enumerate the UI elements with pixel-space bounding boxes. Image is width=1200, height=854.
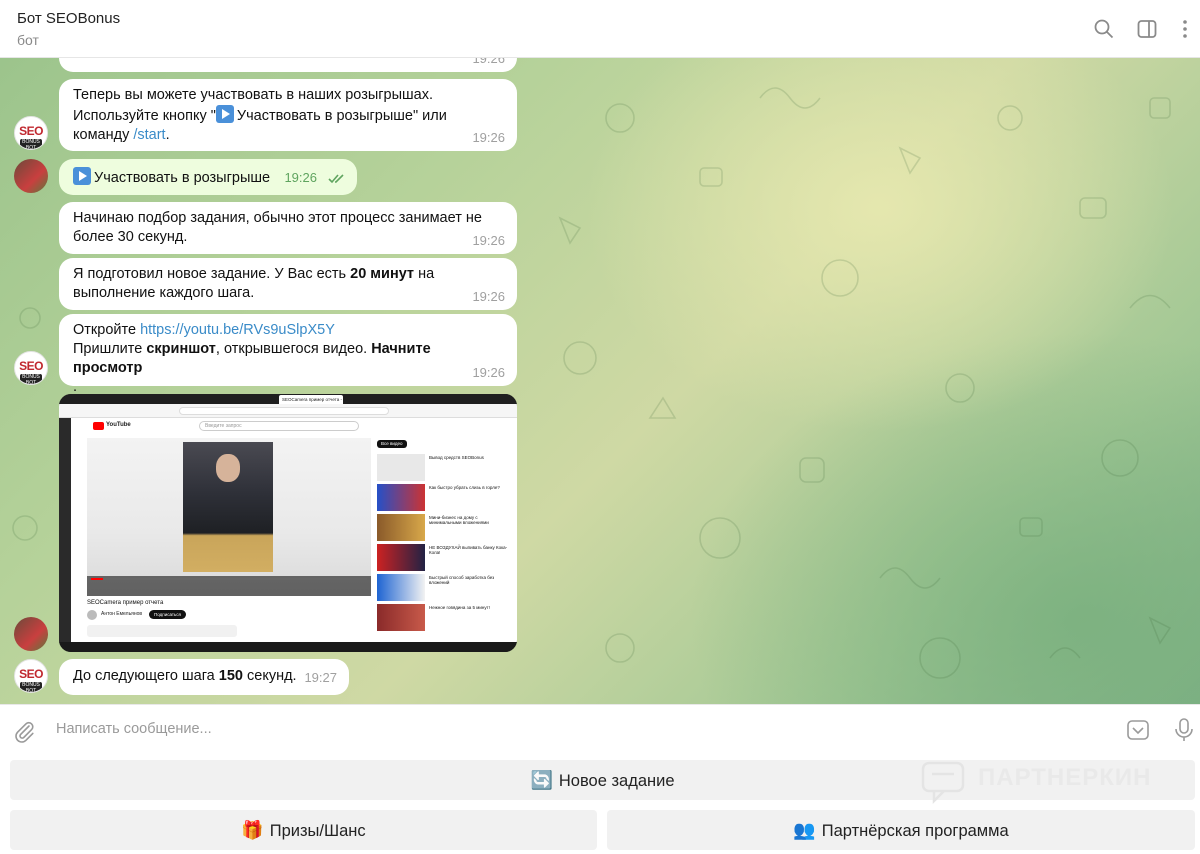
recommendation-item: Быстрый способ заработка без вложений bbox=[377, 574, 512, 601]
youtube-logo: YouTube bbox=[93, 422, 131, 430]
users-icon: 👥 bbox=[793, 820, 816, 840]
subscribe-button: Подписаться bbox=[149, 610, 186, 619]
message-time: 19:26 bbox=[472, 365, 505, 380]
video-description bbox=[87, 625, 237, 637]
message-bubble: 19:26 bbox=[59, 58, 517, 72]
message-text: Теперь вы можете участвовать в наших роз… bbox=[73, 87, 447, 143]
attach-paperclip-icon[interactable] bbox=[12, 719, 36, 743]
youtube-search: Введите запрос bbox=[199, 421, 359, 431]
youtube-page: YouTube Введите запрос SEOCamera пример … bbox=[71, 418, 517, 642]
play-button-icon bbox=[73, 167, 91, 185]
sidebar-toggle-icon[interactable] bbox=[1136, 18, 1158, 40]
message-text: Начинаю подбор задания, обычно этот проц… bbox=[73, 210, 482, 245]
play-button-icon bbox=[215, 105, 234, 123]
message-text: Я подготовил новое задание. У Вас есть 2… bbox=[73, 266, 435, 301]
message-text: Откройте https://youtu.be/RVs9uSlpX5Y Пр… bbox=[73, 322, 431, 395]
chat-subtitle: бот bbox=[17, 32, 39, 48]
recommendations-list: Вывод средств SEOBonus Как быстро убрать… bbox=[377, 454, 512, 631]
message-time: 19:26 bbox=[284, 170, 317, 185]
prizes-button[interactable]: 🎁 Призы/Шанс bbox=[10, 810, 597, 850]
message-time: 19:26 bbox=[472, 130, 505, 145]
watermark-logo-icon bbox=[921, 761, 965, 804]
message-bubble: Начинаю подбор задания, обычно этот проц… bbox=[59, 202, 517, 254]
screenshot-image[interactable]: SEOCamera пример отчета - YouTube YouTub… bbox=[59, 394, 517, 652]
chat-header: Бот SEOBonus бот bbox=[0, 0, 1200, 58]
recommendation-item: Как быстро убрать слизь в горле? bbox=[377, 484, 512, 511]
windows-taskbar bbox=[59, 642, 517, 652]
message-text: До следующего шага 150 секунд. bbox=[73, 668, 297, 684]
browser-sidebar bbox=[59, 418, 71, 642]
start-command-link[interactable]: /start bbox=[133, 127, 165, 143]
message-bubble: Я подготовил новое задание. У Вас есть 2… bbox=[59, 258, 517, 310]
chip-all-videos: Все видео bbox=[377, 440, 407, 448]
microphone-icon[interactable] bbox=[1172, 717, 1196, 743]
recommendation-item: Нежное говядина за 5 минут! bbox=[377, 604, 512, 631]
bot-avatar[interactable]: SEO BONUS BOT bbox=[14, 116, 48, 150]
video-frame bbox=[183, 442, 273, 572]
recommendation-item: Мини-бизнес на дому с минимальными вложе… bbox=[377, 514, 512, 541]
message-text: Участвовать в розыгрыше bbox=[94, 170, 271, 186]
browser-tab: SEOCamera пример отчета - YouTube bbox=[279, 395, 343, 404]
search-icon[interactable] bbox=[1093, 18, 1115, 40]
video-controls bbox=[87, 576, 371, 596]
recommendation-item: НЕ ВОЗДУХАЙ выпивать банку Кока-Кола! bbox=[377, 544, 512, 571]
read-checkmark-icon bbox=[328, 174, 344, 184]
gift-icon: 🎁 bbox=[241, 820, 264, 840]
more-menu-icon[interactable] bbox=[1174, 18, 1196, 40]
watermark-text: ПАРТНЕРКИН bbox=[978, 764, 1152, 791]
message-bubble-outgoing: Участвовать в розыгрыше 19:26 bbox=[59, 159, 357, 195]
channel-avatar bbox=[87, 610, 97, 620]
video-player bbox=[87, 438, 371, 596]
chat-history[interactable]: 19:26 Теперь вы можете участвовать в наш… bbox=[0, 58, 1200, 704]
partner-program-button[interactable]: 👥 Партнёрская программа bbox=[607, 810, 1195, 850]
bot-keyboard-icon[interactable] bbox=[1126, 718, 1150, 742]
message-composer: Написать сообщение... bbox=[0, 704, 1200, 754]
user-avatar[interactable] bbox=[14, 159, 48, 193]
bot-avatar[interactable]: SEO BONUS BOT bbox=[14, 351, 48, 385]
message-bubble: До следующего шага 150 секунд. 19:27 bbox=[59, 659, 349, 695]
chat-title[interactable]: Бот SEOBonus bbox=[17, 10, 120, 27]
refresh-icon: 🔄 bbox=[530, 770, 553, 790]
message-bubble: Теперь вы можете участвовать в наших роз… bbox=[59, 79, 517, 151]
browser-tabstrip: SEOCamera пример отчета - YouTube bbox=[59, 394, 517, 404]
message-time: 19:26 bbox=[472, 233, 505, 248]
user-avatar[interactable] bbox=[14, 617, 48, 651]
video-title: SEOCamera пример отчета bbox=[87, 600, 164, 606]
message-time: 19:26 bbox=[472, 58, 505, 66]
address-bar bbox=[179, 407, 389, 415]
message-input[interactable]: Написать сообщение... bbox=[56, 721, 212, 737]
recommendation-item: Вывод средств SEOBonus bbox=[377, 454, 512, 481]
youtube-link[interactable]: https://youtu.be/RVs9uSlpX5Y bbox=[140, 322, 335, 338]
message-time: 19:26 bbox=[472, 289, 505, 304]
message-time: 19:27 bbox=[304, 670, 337, 685]
channel-name: Антон Емельянов bbox=[101, 611, 143, 617]
bot-avatar[interactable]: SEO BONUS BOT bbox=[14, 659, 48, 693]
message-bubble: Откройте https://youtu.be/RVs9uSlpX5Y Пр… bbox=[59, 314, 517, 395]
browser-toolbar bbox=[59, 404, 517, 418]
